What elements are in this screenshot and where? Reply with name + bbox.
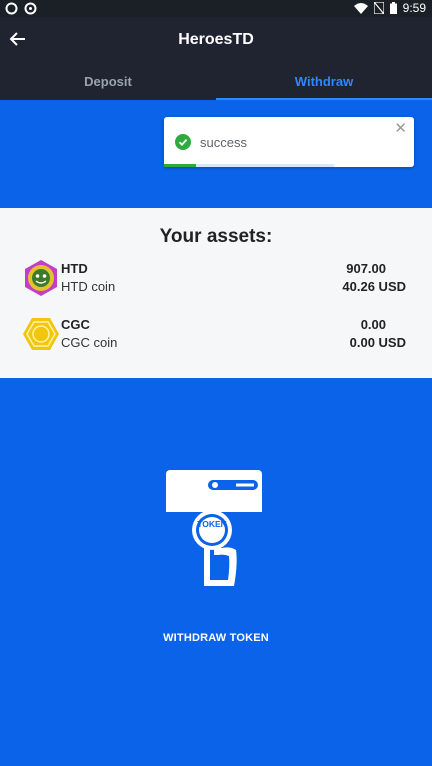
tab-label: Withdraw bbox=[294, 74, 354, 89]
withdraw-token-icon[interactable]: TOKEN bbox=[164, 468, 264, 594]
toast-progress bbox=[164, 164, 196, 167]
asset-name: CGC coin bbox=[61, 335, 118, 350]
withdraw-token-button[interactable]: WITHDRAW TOKEN bbox=[0, 632, 432, 644]
notification-icon bbox=[5, 2, 18, 15]
toast-message: success bbox=[200, 135, 247, 150]
asset-amount: 907.00 bbox=[346, 261, 386, 276]
success-toast: success ✕ bbox=[164, 117, 414, 167]
status-time: 9:59 bbox=[402, 1, 426, 15]
asset-symbol: CGC bbox=[61, 317, 90, 332]
toast-progress-track bbox=[196, 164, 334, 167]
page-title: HeroesTD bbox=[178, 31, 254, 48]
assets-panel: Your assets: HTD HTD coin 907.00 40.26 U… bbox=[0, 208, 432, 378]
tab-deposit[interactable]: Deposit bbox=[0, 64, 216, 100]
notification-icon bbox=[24, 2, 37, 15]
check-circle-icon bbox=[175, 134, 191, 150]
battery-icon bbox=[389, 2, 397, 14]
status-bar: 9:59 bbox=[0, 0, 432, 17]
asset-usd-value: 0.00 USD bbox=[349, 335, 406, 350]
asset-symbol: HTD bbox=[61, 261, 88, 276]
asset-name: HTD coin bbox=[61, 279, 116, 294]
asset-row-cgc: CGC CGC coin 0.00 0.00 USD bbox=[0, 314, 432, 362]
signal-off-icon bbox=[373, 2, 384, 14]
tab-indicator bbox=[216, 98, 432, 100]
cgc-coin-icon bbox=[23, 318, 59, 350]
tab-bar: Deposit Withdraw bbox=[0, 64, 432, 100]
asset-amount: 0.00 bbox=[360, 317, 386, 332]
wifi-icon bbox=[353, 2, 368, 14]
asset-row-htd: HTD HTD coin 907.00 40.26 USD bbox=[0, 258, 432, 306]
asset-usd-value: 40.26 USD bbox=[342, 279, 406, 294]
tab-label: Deposit bbox=[84, 74, 132, 89]
close-icon[interactable]: ✕ bbox=[394, 121, 407, 137]
app-bar: HeroesTD bbox=[0, 17, 432, 64]
htd-coin-icon bbox=[25, 260, 57, 296]
assets-heading: Your assets: bbox=[159, 226, 273, 247]
token-text: TOKEN bbox=[197, 519, 227, 529]
tab-withdraw[interactable]: Withdraw bbox=[216, 64, 432, 100]
